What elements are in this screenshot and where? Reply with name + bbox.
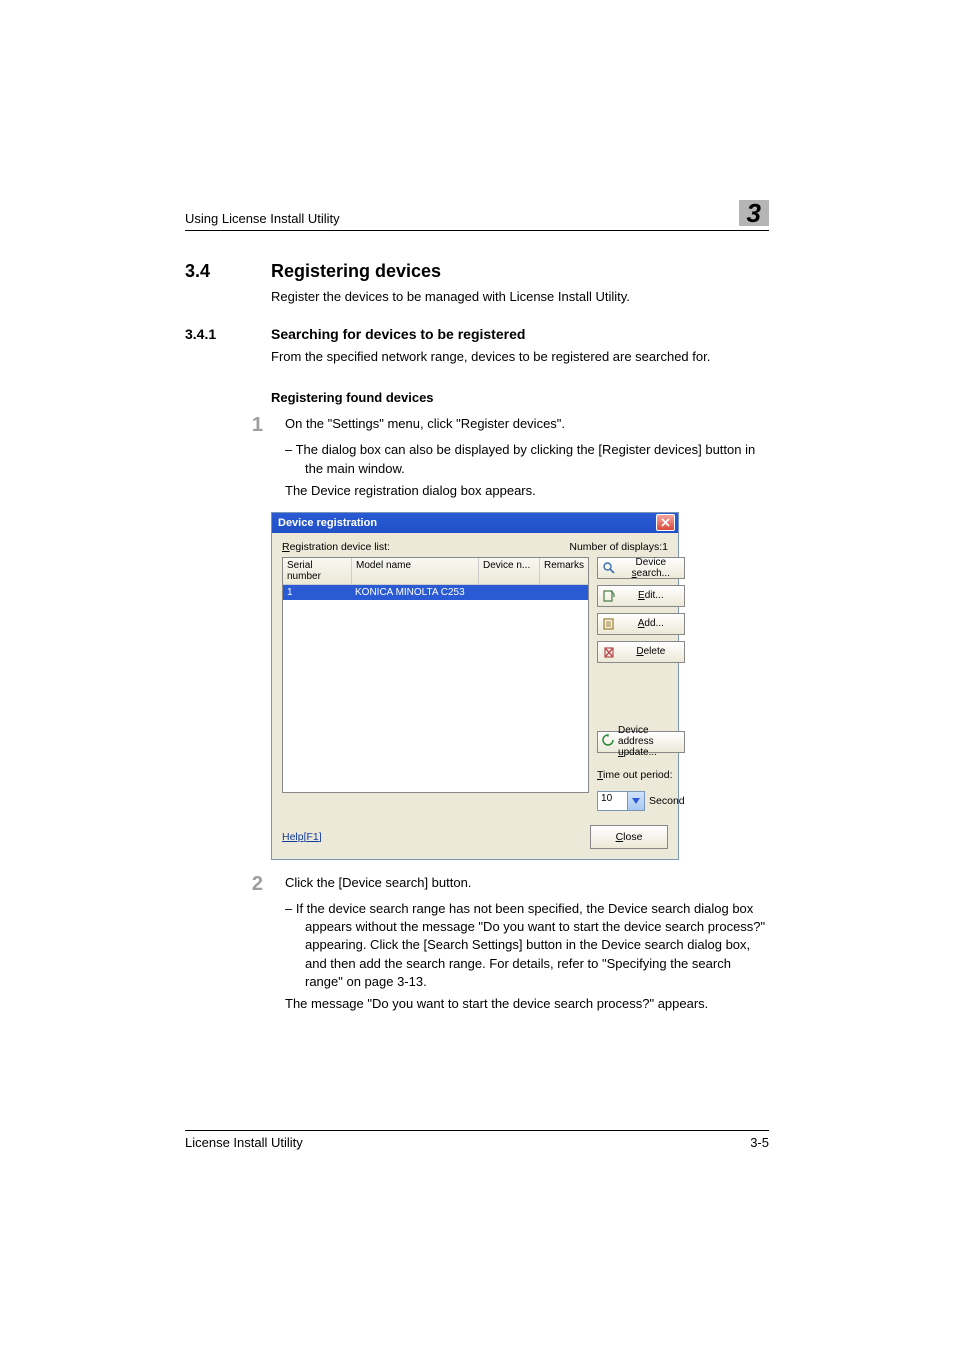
procedure-subhead: Registering found devices bbox=[271, 390, 769, 405]
delete-button[interactable]: Delete bbox=[597, 641, 685, 663]
chevron-down-icon[interactable] bbox=[627, 792, 644, 810]
col-serial[interactable]: Serial number bbox=[283, 558, 352, 584]
step-1-after: The Device registration dialog box appea… bbox=[285, 482, 769, 500]
col-remarks[interactable]: Remarks bbox=[540, 558, 588, 584]
number-of-displays: Number of displays:1 bbox=[569, 541, 668, 553]
timeout-value: 10 bbox=[598, 792, 627, 810]
dialog-titlebar[interactable]: Device registration bbox=[272, 513, 678, 533]
dialog-title: Device registration bbox=[278, 517, 377, 529]
section-title: Registering devices bbox=[271, 261, 441, 282]
registration-list-label: Registration device list: bbox=[282, 541, 390, 553]
refresh-icon bbox=[602, 734, 614, 749]
close-button[interactable]: Close bbox=[590, 825, 668, 849]
step-number-2: 2 bbox=[245, 874, 263, 894]
step-number-1: 1 bbox=[245, 415, 263, 435]
timeout-unit: Second bbox=[649, 795, 685, 807]
cell-model: KONICA MINOLTA C253 bbox=[351, 585, 477, 600]
step-2-text: Click the [Device search] button. bbox=[285, 874, 471, 894]
col-model[interactable]: Model name bbox=[352, 558, 479, 584]
table-row[interactable]: 1 KONICA MINOLTA C253 bbox=[283, 585, 588, 600]
help-link[interactable]: Help[F1] bbox=[282, 831, 322, 843]
col-devicen[interactable]: Device n... bbox=[479, 558, 540, 584]
step-2-after: The message "Do you want to start the de… bbox=[285, 995, 769, 1013]
delete-icon bbox=[602, 645, 616, 659]
registration-device-list[interactable]: Serial number Model name Device n... Rem… bbox=[282, 557, 589, 793]
device-registration-dialog: Device registration Registration device … bbox=[271, 512, 679, 860]
timeout-label: Time out period: bbox=[597, 769, 685, 781]
device-address-update-button[interactable]: Device address update... bbox=[597, 731, 685, 753]
subsection-title: Searching for devices to be registered bbox=[271, 326, 525, 342]
section-number: 3.4 bbox=[185, 261, 235, 282]
add-button[interactable]: Add... bbox=[597, 613, 685, 635]
search-icon bbox=[602, 561, 616, 575]
close-icon[interactable] bbox=[656, 514, 675, 531]
chapter-number: 3 bbox=[747, 200, 761, 226]
running-head: Using License Install Utility bbox=[185, 211, 340, 226]
subsection-intro: From the specified network range, device… bbox=[271, 348, 769, 366]
chapter-number-box: 3 bbox=[739, 200, 769, 226]
page-header: Using License Install Utility 3 bbox=[185, 200, 769, 231]
page-footer: License Install Utility 3-5 bbox=[185, 1130, 769, 1150]
step-1-text: On the "Settings" menu, click "Register … bbox=[285, 415, 565, 435]
step-1-bullet: – The dialog box can also be displayed b… bbox=[305, 441, 769, 477]
edit-icon bbox=[602, 589, 616, 603]
subsection-number: 3.4.1 bbox=[185, 326, 235, 342]
device-search-button[interactable]: Device search... bbox=[597, 557, 685, 579]
cell-serial: 1 bbox=[283, 585, 351, 600]
edit-button[interactable]: Edit... bbox=[597, 585, 685, 607]
footer-left: License Install Utility bbox=[185, 1135, 303, 1150]
add-icon bbox=[602, 617, 616, 631]
footer-right: 3-5 bbox=[750, 1135, 769, 1150]
section-intro: Register the devices to be managed with … bbox=[271, 288, 769, 306]
timeout-combo[interactable]: 10 bbox=[597, 791, 645, 811]
step-2-bullet: – If the device search range has not bee… bbox=[305, 900, 769, 991]
list-header: Serial number Model name Device n... Rem… bbox=[283, 558, 588, 585]
